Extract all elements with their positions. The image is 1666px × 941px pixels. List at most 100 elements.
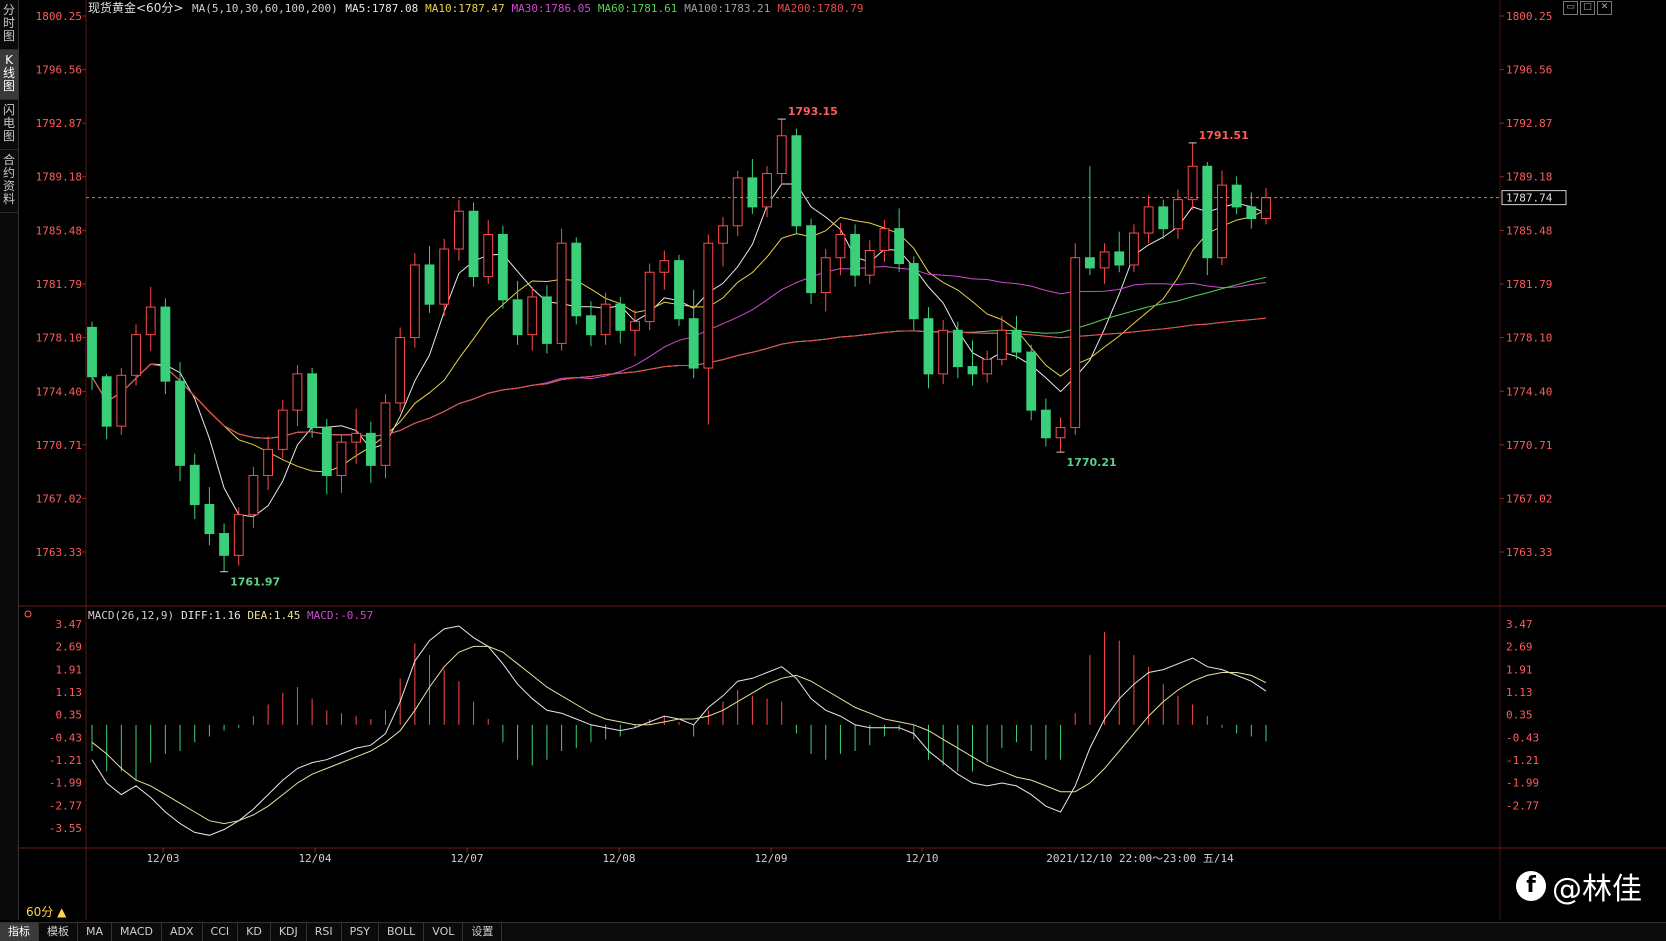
- extreme-label: 1793.15: [788, 105, 838, 118]
- macd-tick-label-left: 1.91: [56, 663, 83, 676]
- price-tick-label-right: 1792.87: [1506, 117, 1552, 130]
- bottom-tab-11[interactable]: VOL: [424, 923, 464, 941]
- candle-body: [776, 135, 787, 175]
- candle-body: [1173, 199, 1183, 230]
- price-tick-label-right: 1800.25: [1506, 10, 1552, 23]
- macd-tick-label-left: -0.43: [49, 731, 82, 744]
- candle-body: [1084, 257, 1095, 269]
- ma-legend-item: MA200:1780.79: [777, 2, 863, 15]
- candle-body: [351, 432, 362, 443]
- candle-body: [365, 432, 376, 466]
- close-icon[interactable]: ✕: [1597, 1, 1612, 15]
- bottom-tab-9[interactable]: PSY: [342, 923, 379, 941]
- instrument-title: 现货黄金<60分>: [88, 0, 183, 15]
- ma-line-200: [91, 317, 1267, 439]
- candle-body: [248, 474, 259, 516]
- restore-icon[interactable]: ▭: [1563, 1, 1578, 15]
- macd-tick-label-right: 3.47: [1506, 618, 1533, 631]
- candle-body: [380, 402, 391, 466]
- candle-body: [1011, 329, 1022, 353]
- candle-body: [175, 380, 185, 466]
- macd-tick-label-right: 1.91: [1506, 663, 1533, 676]
- macd-tick-label-right: -1.99: [1506, 777, 1539, 790]
- macd-legend-item: MACD:-0.57: [307, 609, 373, 622]
- candle-body: [952, 329, 963, 368]
- candle-body: [703, 242, 714, 369]
- date-label: 12/09: [754, 852, 787, 865]
- cursor-info-label: 2021/12/10 22:00～23:00 五/14: [1046, 852, 1234, 865]
- candle-body: [1129, 232, 1139, 266]
- candle-body: [850, 233, 861, 276]
- candle-body: [424, 264, 435, 305]
- candle-body: [1055, 427, 1066, 439]
- macd-tick-label-right: -0.43: [1506, 731, 1539, 744]
- bottom-tab-2[interactable]: MA: [78, 923, 113, 941]
- price-tick-label-left: 1778.10: [36, 332, 82, 345]
- candle-body: [292, 373, 303, 411]
- macd-tick-label-right: 2.69: [1506, 641, 1533, 654]
- candle-body: [571, 242, 582, 317]
- bottom-tab-12[interactable]: 设置: [463, 923, 503, 941]
- candle-body: [806, 225, 816, 294]
- watermark: f @林佳: [1516, 864, 1642, 908]
- candle-body: [791, 135, 802, 227]
- macd-tick-label-left: -3.55: [49, 822, 82, 835]
- bottom-tab-10[interactable]: BOLL: [379, 923, 425, 941]
- candle-body: [336, 441, 347, 476]
- price-tick-label-right: 1781.79: [1506, 278, 1552, 291]
- candle-body: [630, 321, 640, 331]
- candle-body: [160, 306, 171, 382]
- candle-body: [87, 326, 97, 378]
- candle-body: [233, 514, 244, 556]
- watermark-text: @林佳: [1552, 872, 1642, 907]
- bottom-tab-6[interactable]: KD: [238, 923, 271, 941]
- candle-body: [996, 329, 1007, 360]
- candle-body: [688, 318, 699, 369]
- macd-settings-icon: [24, 610, 32, 618]
- ma-legend-item: MA(5,10,30,60,100,200): [192, 2, 338, 15]
- bottom-tab-3[interactable]: MACD: [112, 923, 162, 941]
- candle-body: [453, 210, 464, 250]
- candle-body: [1202, 165, 1213, 259]
- bottom-tab-1[interactable]: 模板: [39, 923, 78, 941]
- candle-body: [938, 329, 949, 375]
- price-tick-label-left: 1781.79: [36, 278, 82, 291]
- candle-body: [1040, 409, 1051, 439]
- candle-body: [556, 242, 567, 344]
- candle-body: [409, 264, 420, 339]
- ma-legend-item: MA30:1786.05: [512, 2, 591, 15]
- date-label: 12/07: [450, 852, 483, 865]
- kline-chart[interactable]: 1800.25 1800.25 1796.56 1796.56 1792.87 1792.…: [0, 0, 1666, 920]
- macd-tick-label-left: 0.35: [56, 709, 83, 722]
- candle-body: [307, 373, 318, 429]
- bottom-tab-7[interactable]: KDJ: [271, 923, 307, 941]
- candle-body: [497, 233, 508, 301]
- window-buttons: ▭ □ ✕: [1563, 1, 1612, 15]
- price-tick-label-right: 1774.40: [1506, 385, 1552, 398]
- extreme-label: 1761.97: [230, 576, 280, 589]
- candle-body: [1246, 206, 1257, 220]
- bottom-tab-8[interactable]: RSI: [307, 923, 342, 941]
- candle-body: [674, 260, 684, 320]
- period-button[interactable]: 60分 ▲: [26, 903, 66, 920]
- candle-body: [967, 366, 978, 375]
- current-price-label: 1787.74: [1506, 192, 1553, 205]
- bottom-tab-0[interactable]: 指标: [0, 923, 39, 941]
- candle-body: [277, 409, 288, 450]
- candle-body: [483, 233, 494, 278]
- weibo-logo-icon: f: [1516, 871, 1546, 901]
- price-tick-label-right: 1778.10: [1506, 332, 1552, 345]
- candle-body: [542, 296, 552, 344]
- candle-body: [439, 248, 450, 305]
- bottom-tab-5[interactable]: CCI: [203, 923, 239, 941]
- bottom-tab-4[interactable]: ADX: [162, 923, 203, 941]
- price-tick-label-right: 1796.56: [1506, 64, 1552, 77]
- ma-legend-item: MA100:1783.21: [684, 2, 770, 15]
- macd-tick-label-right: 0.35: [1506, 709, 1533, 722]
- candle-body: [512, 299, 523, 336]
- candle-body: [1261, 197, 1271, 220]
- date-label: 12/10: [905, 852, 938, 865]
- maximize-icon[interactable]: □: [1580, 1, 1595, 15]
- price-tick-label-right: 1770.71: [1506, 439, 1552, 452]
- candle-body: [1026, 351, 1037, 411]
